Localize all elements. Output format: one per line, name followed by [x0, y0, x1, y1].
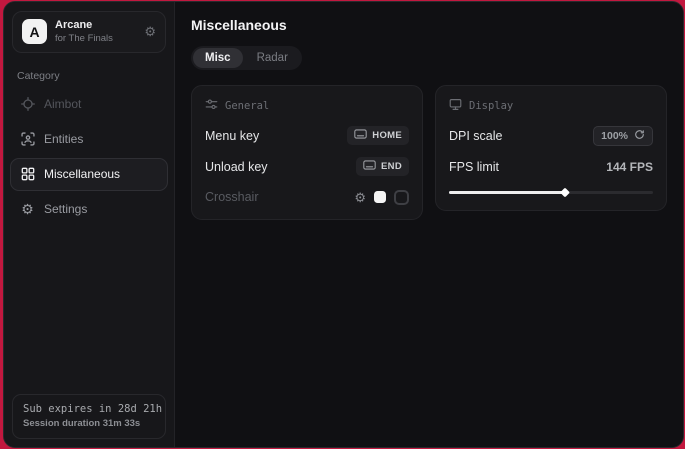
crosshair-row: Crosshair ⚙ [205, 188, 409, 206]
crosshair-icon [20, 97, 35, 112]
menu-key-label: Menu key [205, 129, 259, 143]
session-duration-text: Session duration 31m 33s [23, 418, 155, 429]
display-panel-title: Display [469, 100, 513, 112]
dpi-scale-label: DPI scale [449, 129, 503, 143]
sidebar-spacer [4, 226, 174, 386]
entities-scan-icon [20, 132, 35, 147]
sidebar-item-miscellaneous[interactable]: Miscellaneous [10, 158, 168, 191]
fps-limit-label: FPS limit [449, 160, 499, 174]
app-window: A Arcane for The Finals ⚙ Category Aimbo… [3, 1, 684, 448]
crosshair-checkbox[interactable] [394, 190, 409, 205]
sidebar-item-settings[interactable]: ⚙ Settings [10, 193, 168, 226]
gear-icon[interactable]: ⚙ [144, 25, 156, 38]
gear-icon: ⚙ [20, 202, 35, 217]
grid-icon [20, 167, 35, 182]
fps-limit-slider[interactable] [449, 188, 653, 197]
panels: General Menu key HOME Unload key [191, 85, 667, 220]
fps-limit-value: 144 FPS [606, 160, 653, 174]
sidebar-item-label: Miscellaneous [44, 167, 120, 181]
unload-key-value: END [381, 161, 402, 172]
unload-key-label: Unload key [205, 160, 268, 174]
crosshair-color-swatch[interactable] [374, 191, 386, 203]
keyboard-icon [354, 129, 367, 142]
sidebar: A Arcane for The Finals ⚙ Category Aimbo… [4, 2, 175, 447]
gear-icon[interactable]: ⚙ [354, 191, 366, 204]
crosshair-label: Crosshair [205, 190, 259, 204]
menu-key-row: Menu key HOME [205, 126, 409, 145]
keyboard-icon [363, 160, 376, 173]
app-logo: A [22, 19, 47, 44]
sliders-icon [205, 98, 218, 114]
dpi-scale-control[interactable]: 100% [593, 126, 653, 146]
app-title: Arcane [55, 19, 113, 33]
sidebar-item-label: Aimbot [44, 97, 81, 111]
tab-radar[interactable]: Radar [245, 48, 300, 68]
fps-limit-row: FPS limit 144 FPS [449, 158, 653, 176]
page-title: Miscellaneous [191, 17, 667, 33]
unload-key-bind-button[interactable]: END [356, 157, 409, 176]
crosshair-controls: ⚙ [354, 190, 409, 205]
sidebar-item-label: Entities [44, 132, 83, 146]
app-subtitle: for The Finals [55, 33, 113, 45]
menu-key-value: HOME [372, 130, 402, 141]
unload-key-row: Unload key END [205, 157, 409, 176]
refresh-icon[interactable] [634, 129, 645, 143]
slider-handle[interactable] [560, 188, 570, 198]
sidebar-item-label: Settings [44, 202, 87, 216]
dpi-scale-value: 100% [601, 130, 628, 142]
general-panel: General Menu key HOME Unload key [191, 85, 423, 220]
menu-key-bind-button[interactable]: HOME [347, 126, 409, 145]
display-panel: Display DPI scale 100% FPS limit [435, 85, 667, 211]
display-panel-header: Display [449, 98, 653, 114]
slider-fill [449, 191, 565, 194]
brand-text: Arcane for The Finals [55, 19, 113, 45]
sidebar-nav: Aimbot Entities Miscellaneous [4, 88, 174, 226]
sidebar-item-aimbot[interactable]: Aimbot [10, 88, 168, 121]
dpi-scale-row: DPI scale 100% [449, 126, 653, 146]
sub-expires-text: Sub expires in 28d 21h [23, 403, 155, 415]
sidebar-item-entities[interactable]: Entities [10, 123, 168, 156]
subscription-card: Sub expires in 28d 21h Session duration … [12, 394, 166, 439]
tab-group: Misc Radar [191, 46, 302, 70]
tab-misc[interactable]: Misc [193, 48, 243, 68]
general-panel-title: General [225, 100, 269, 112]
general-panel-header: General [205, 98, 409, 114]
category-label: Category [17, 70, 161, 82]
main-content: Miscellaneous Misc Radar General Menu ke… [175, 2, 683, 447]
brand-card: A Arcane for The Finals ⚙ [12, 11, 166, 53]
monitor-icon [449, 98, 462, 114]
